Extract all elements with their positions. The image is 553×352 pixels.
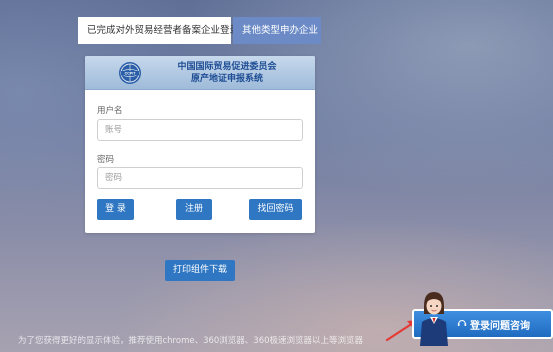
login-panel: CCPIT 中国国际贸易促进委员会 原产地证申报系统 用户名 密码 登 录 注册… <box>85 56 315 233</box>
recover-password-button[interactable]: 找回密码 <box>249 199 302 220</box>
org-name: 中国国际贸易促进委员会 原产地证申报系统 <box>147 61 307 85</box>
register-button[interactable]: 注册 <box>176 199 212 220</box>
username-label: 用户名 <box>97 106 123 116</box>
username-input[interactable] <box>97 119 303 141</box>
headset-icon <box>457 320 467 326</box>
tab-other-enterprise[interactable]: 其他类型申办企业 <box>233 17 321 44</box>
print-component-download-button[interactable]: 打印组件下载 <box>165 260 235 281</box>
password-input[interactable] <box>97 167 303 189</box>
login-tabs: 已完成对外贸易经营者备案企业登录 其他类型申办企业 <box>78 17 321 44</box>
help-label[interactable]: 登录问题咨询 <box>470 317 530 332</box>
panel-header: CCPIT 中国国际贸易促进委员会 原产地证申报系统 <box>85 56 315 90</box>
browser-recommendation-text: 为了您获得更好的显示体验，推荐使用chrome、360浏览器、360极速浏览器以… <box>18 336 364 346</box>
password-label: 密码 <box>97 155 115 165</box>
tab-registered-enterprise[interactable]: 已完成对外贸易经营者备案企业登录 <box>78 17 239 44</box>
logo-text: CCPIT <box>125 72 137 76</box>
org-name-line2: 原产地证申报系统 <box>190 74 263 84</box>
org-name-line1: 中国国际贸易促进委员会 <box>177 62 277 72</box>
ccpit-logo-icon: CCPIT <box>119 62 141 84</box>
customer-service-agent-icon <box>420 292 448 346</box>
login-button[interactable]: 登 录 <box>97 199 134 220</box>
